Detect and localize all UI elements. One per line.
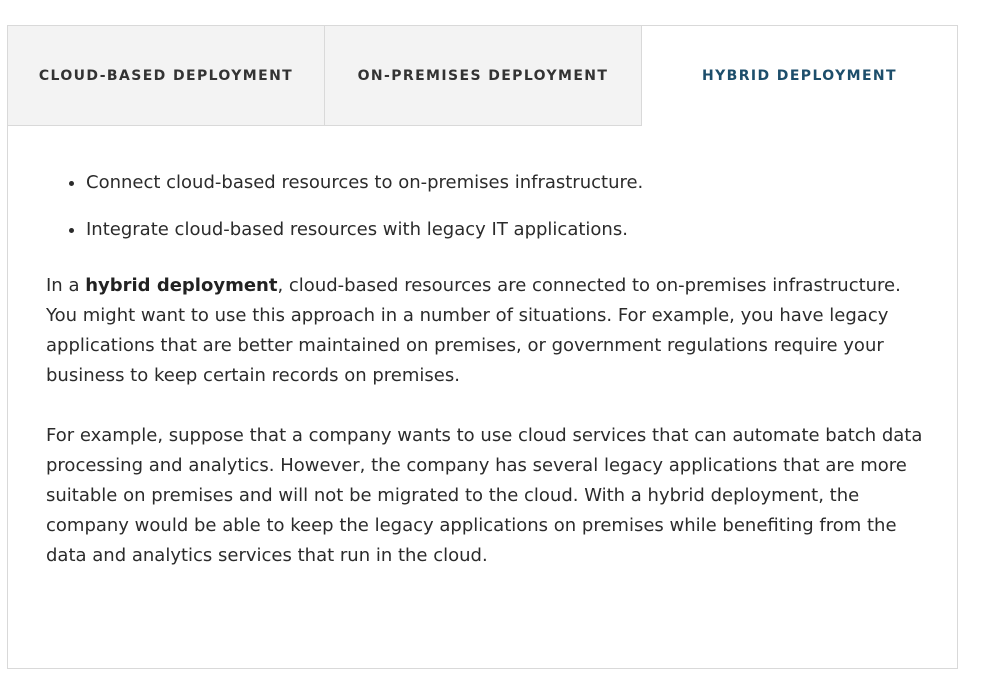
list-item: Integrate cloud-based resources with leg…	[86, 215, 926, 245]
tab-bar: CLOUD-BASED DEPLOYMENT ON-PREMISES DEPLO…	[8, 26, 957, 126]
list-item: Connect cloud-based resources to on-prem…	[86, 168, 926, 198]
tab-content: Connect cloud-based resources to on-prem…	[46, 126, 926, 571]
tab-label: HYBRID DEPLOYMENT	[702, 68, 897, 84]
bullet-list: Connect cloud-based resources to on-prem…	[46, 168, 926, 245]
paragraph-text: In a	[46, 275, 86, 296]
paragraph-example: For example, suppose that a company want…	[46, 425, 923, 566]
tab-on-premises-deployment[interactable]: ON-PREMISES DEPLOYMENT	[325, 26, 642, 126]
bold-term: hybrid deployment	[85, 275, 278, 296]
tab-label: CLOUD-BASED DEPLOYMENT	[38, 67, 294, 84]
tabbed-panel: CLOUD-BASED DEPLOYMENT ON-PREMISES DEPLO…	[7, 25, 958, 669]
tab-label: ON-PREMISES DEPLOYMENT	[357, 67, 609, 84]
tab-cloud-based-deployment[interactable]: CLOUD-BASED DEPLOYMENT	[8, 26, 325, 126]
tab-hybrid-deployment[interactable]: HYBRID DEPLOYMENT	[642, 26, 957, 126]
paragraph-hybrid-definition: In a hybrid deployment, cloud-based reso…	[46, 271, 926, 391]
